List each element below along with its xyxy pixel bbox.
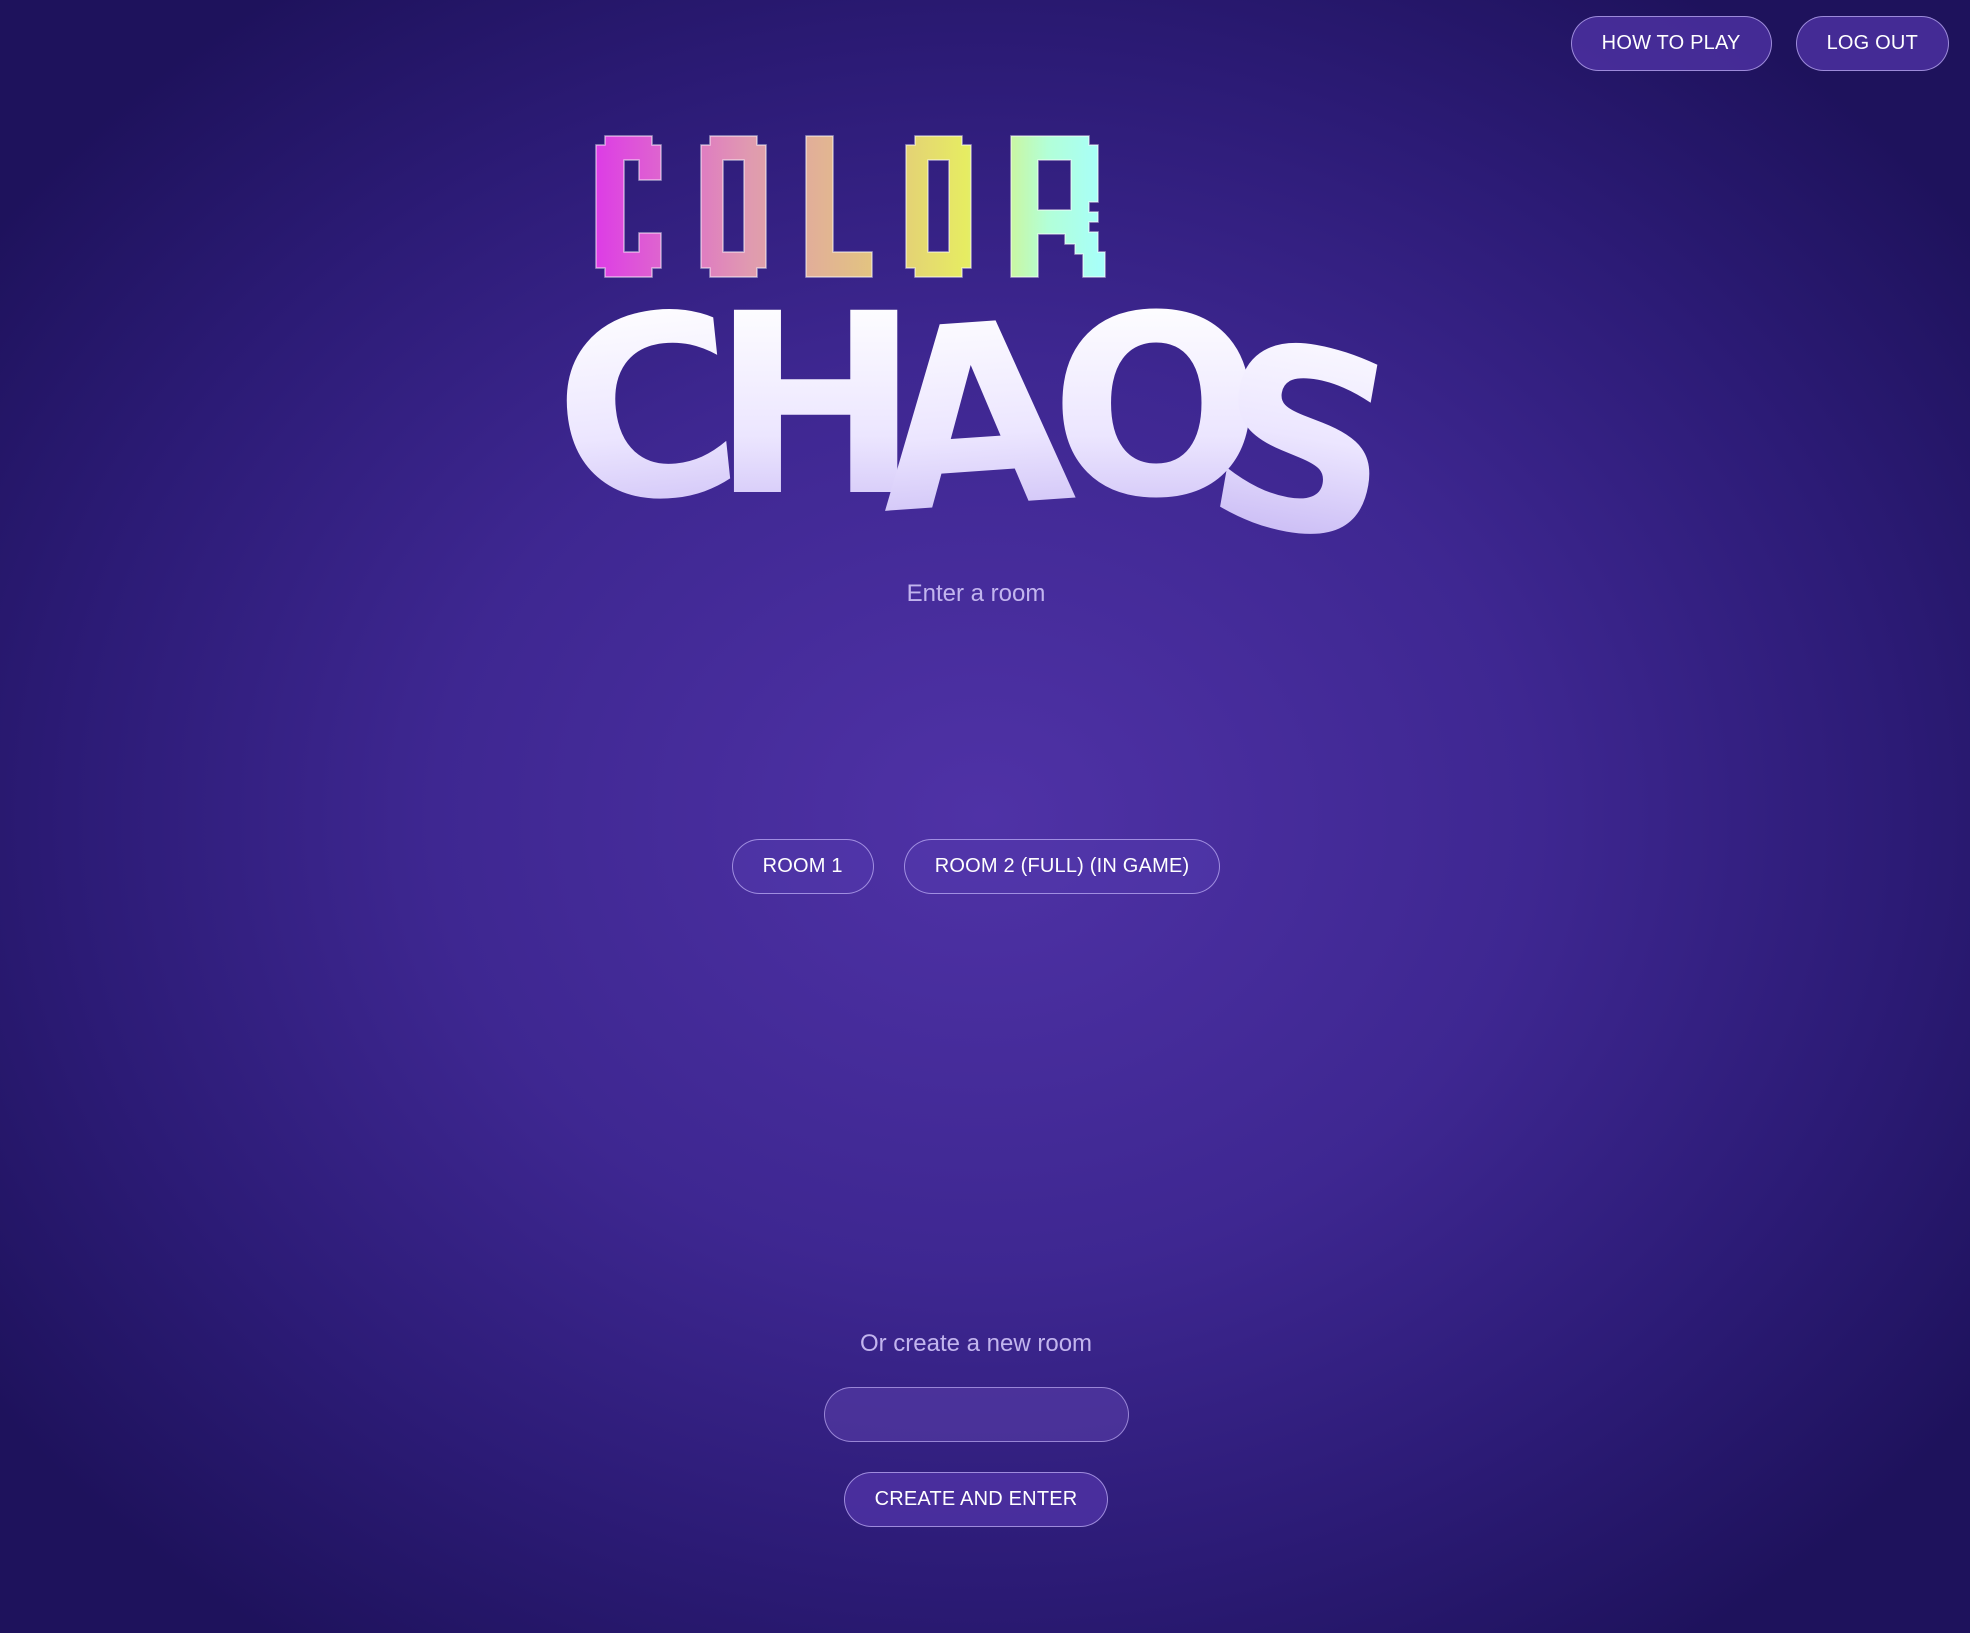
- room-button-room-1[interactable]: ROOM 1: [731, 839, 874, 894]
- create-room-actions: CREATE AND ENTER: [0, 1472, 1952, 1527]
- room-name-input[interactable]: [824, 1387, 1129, 1442]
- logo-word-color: [595, 135, 1106, 278]
- room-list: ROOM 1 ROOM 2 (FULL) (IN GAME): [0, 839, 1952, 894]
- how-to-play-button[interactable]: HOW TO PLAY: [1570, 16, 1772, 71]
- create-and-enter-button[interactable]: CREATE AND ENTER: [843, 1472, 1109, 1527]
- room-button-room-2[interactable]: ROOM 2 (FULL) (IN GAME): [903, 839, 1221, 894]
- enter-room-heading: Enter a room: [906, 580, 1046, 607]
- log-out-button[interactable]: LOG OUT: [1795, 16, 1949, 71]
- create-room-heading: Or create a new room: [859, 1330, 1093, 1357]
- color-chaos-logo: C H A O S: [555, 130, 1395, 560]
- logo-word-chaos: C H A O S: [555, 256, 1395, 560]
- svg-text:A: A: [868, 266, 1081, 560]
- top-navigation: HOW TO PLAY LOG OUT: [1570, 16, 1949, 71]
